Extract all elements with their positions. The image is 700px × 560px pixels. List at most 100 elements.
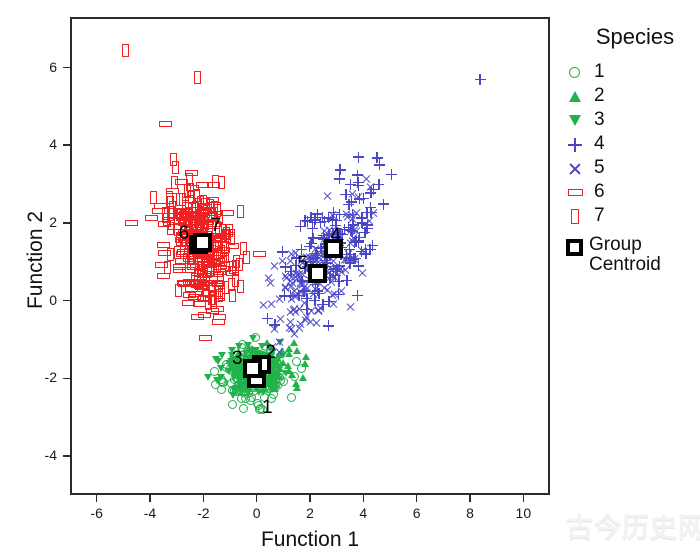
data-point-species-7	[188, 215, 196, 229]
legend-item-7[interactable]: 7	[566, 204, 698, 228]
data-point-species-5	[328, 210, 338, 220]
group-centroid-marker-7	[193, 232, 213, 252]
x-axis-tick	[362, 495, 365, 502]
data-point-species-6	[198, 334, 212, 341]
y-axis-tick	[63, 455, 70, 457]
data-point-species-5	[354, 192, 364, 202]
data-point-species-7	[213, 260, 221, 274]
data-point-species-3	[244, 341, 253, 349]
data-point-species-2	[292, 346, 301, 354]
x-axis-tick-label: -6	[90, 505, 103, 521]
data-point-outlier-species-4	[474, 73, 486, 85]
data-point-species-2	[284, 361, 293, 369]
data-point-species-2	[291, 380, 300, 388]
data-point-species-6	[156, 241, 170, 248]
cross-x-icon	[566, 158, 588, 178]
legend: Species 1 2 3 4 5 6 7 Group Centroid	[566, 24, 698, 275]
data-point-species-5	[316, 303, 326, 313]
data-point-species-6	[196, 182, 210, 189]
data-point-species-7	[232, 259, 240, 273]
data-point-species-7	[229, 289, 237, 303]
data-point-species-7	[204, 296, 212, 310]
group-centroid-label-7: 7	[210, 215, 222, 237]
x-axis-tick	[522, 495, 525, 502]
legend-item-3[interactable]: 3	[566, 108, 698, 132]
data-point-species-7	[175, 193, 183, 207]
legend-centroid-label-line1: Group	[589, 234, 642, 255]
data-point-species-5	[285, 276, 295, 286]
y-axis-tick	[63, 222, 70, 224]
legend-item-5[interactable]: 5	[566, 156, 698, 180]
data-point-species-5	[368, 208, 378, 218]
y-axis-tick	[63, 144, 70, 147]
data-point-species-7	[174, 284, 182, 298]
data-point-species-7	[149, 191, 157, 205]
x-axis-label: Function 1	[260, 528, 360, 551]
data-point-species-7	[171, 160, 179, 174]
data-point-species-7	[236, 205, 244, 219]
data-points-layer: 1 23 45 67	[72, 19, 548, 493]
group-centroid-label-2: 2	[265, 341, 276, 363]
x-axis-tick-label: 10	[515, 505, 532, 521]
legend-item-2[interactable]: 2	[566, 84, 698, 108]
data-point-species-6	[182, 292, 196, 299]
x-axis-tick	[415, 495, 418, 502]
data-point-species-7	[196, 275, 204, 288]
data-point-species-6	[125, 220, 139, 227]
data-point-species-7	[196, 206, 204, 220]
y-axis-tick-label: 6	[49, 58, 57, 75]
x-axis-tick-label: -4	[143, 505, 157, 521]
group-centroid-label-6: 6	[178, 223, 190, 245]
watermark: 古今历史网	[566, 513, 700, 544]
x-axis-tick-label: 6	[412, 505, 421, 521]
data-point-species-4	[351, 289, 363, 301]
data-point-species-3	[281, 369, 290, 377]
data-point-outlier-species-7	[121, 43, 129, 57]
legend-item-label: 5	[594, 157, 605, 179]
data-point-species-5	[287, 294, 297, 304]
data-point-species-5	[323, 191, 333, 201]
group-centroid-icon	[566, 239, 583, 256]
data-point-species-7	[215, 289, 223, 303]
legend-item-group-centroid[interactable]: Group Centroid	[566, 235, 698, 275]
data-point-species-4	[374, 159, 386, 171]
legend-centroid-label: Group Centroid	[589, 235, 661, 275]
x-axis-tick	[469, 495, 471, 502]
group-centroid-label-3: 3	[232, 347, 243, 369]
group-centroid-label-5: 5	[297, 252, 308, 274]
data-point-species-5	[295, 319, 305, 329]
y-axis-tick	[63, 299, 70, 302]
legend-item-1[interactable]: 1	[566, 60, 698, 84]
data-point-species-7	[164, 260, 172, 274]
data-point-species-6	[211, 319, 225, 326]
data-point-species-3	[213, 376, 222, 384]
plot-area: 1 23 45 67	[70, 17, 550, 495]
x-axis-tick	[255, 495, 258, 502]
data-point-species-6	[198, 311, 212, 318]
data-point-species-7	[206, 263, 214, 277]
data-point-species-7	[173, 245, 181, 259]
data-point-species-4	[307, 222, 319, 234]
legend-item-label: 1	[594, 61, 605, 83]
data-point-species-7	[236, 280, 244, 294]
data-point-outlier-species-7	[193, 70, 201, 84]
group-centroid-marker-5	[307, 264, 327, 284]
data-point-species-2	[298, 374, 307, 382]
x-axis-tick-label: 8	[466, 505, 474, 521]
data-point-species-4	[323, 320, 335, 332]
group-centroid-label-4: 4	[330, 225, 341, 247]
group-centroid-label-1: 1	[262, 397, 273, 419]
legend-item-label: 7	[594, 205, 605, 227]
tall-rectangle-icon	[566, 206, 588, 226]
data-point-species-3	[217, 352, 226, 360]
data-point-species-1	[217, 385, 227, 395]
x-axis-tick	[309, 495, 311, 502]
data-point-species-5	[329, 272, 339, 282]
data-point-species-5	[275, 294, 285, 304]
y-axis-label: Function 2	[24, 210, 47, 310]
data-point-species-6	[173, 266, 187, 273]
legend-item-4[interactable]: 4	[566, 132, 698, 156]
data-point-species-6	[253, 251, 267, 258]
data-point-species-7	[242, 250, 250, 264]
legend-item-6[interactable]: 6	[566, 180, 698, 204]
